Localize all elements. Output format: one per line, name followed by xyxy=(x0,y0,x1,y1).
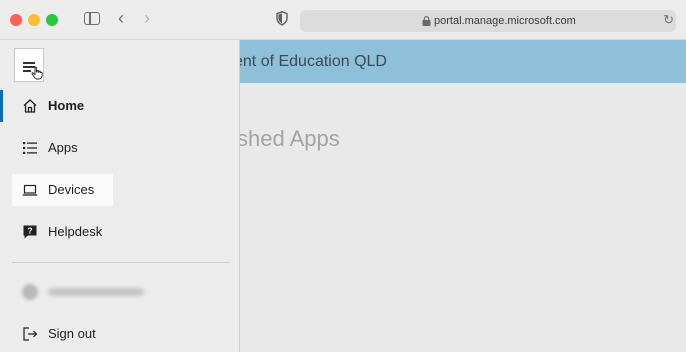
minimize-window-button[interactable] xyxy=(28,14,40,26)
nav-item-helpdesk[interactable]: ? Helpdesk xyxy=(12,216,232,248)
nav-item-devices[interactable]: Devices xyxy=(12,174,113,206)
lock-icon xyxy=(422,16,431,26)
hand-cursor-icon xyxy=(31,66,43,80)
url-text: portal.manage.microsoft.com xyxy=(434,15,576,27)
shield-icon[interactable] xyxy=(276,11,288,26)
address-bar[interactable]: portal.manage.microsoft.com ↻ xyxy=(300,10,676,32)
zoom-window-button[interactable] xyxy=(46,14,58,26)
nav-item-helpdesk-label: Helpdesk xyxy=(48,224,103,239)
sidebar-toggle-icon[interactable] xyxy=(84,12,100,25)
blurred-account-name xyxy=(48,288,144,296)
helpdesk-icon: ? xyxy=(23,225,37,239)
apps-list-icon xyxy=(23,142,37,154)
sign-out-label: Sign out xyxy=(48,326,96,341)
sign-out-icon xyxy=(23,327,38,341)
reload-icon[interactable]: ↻ xyxy=(663,12,674,28)
drawer-divider xyxy=(12,262,230,263)
hamburger-icon xyxy=(23,62,35,64)
navigation-drawer: Home Apps Devices ? Helpdesk Sign out xyxy=(0,40,240,352)
forward-icon[interactable]: › xyxy=(144,8,150,28)
account-info[interactable] xyxy=(12,278,212,306)
nav-item-apps[interactable]: Apps xyxy=(12,132,232,164)
home-icon xyxy=(23,99,37,113)
hamburger-menu-button[interactable] xyxy=(14,48,44,82)
avatar xyxy=(22,284,38,300)
banner-title: ent of Education QLD xyxy=(234,53,387,70)
page-heading: shed Apps xyxy=(237,126,340,151)
close-window-button[interactable] xyxy=(10,14,22,26)
nav-item-apps-label: Apps xyxy=(48,140,78,155)
nav-item-home-label: Home xyxy=(48,98,85,113)
laptop-icon xyxy=(22,184,38,196)
svg-text:?: ? xyxy=(27,226,32,236)
back-icon[interactable]: ‹ xyxy=(118,8,124,28)
browser-toolbar: ‹ › portal.manage.microsoft.com ↻ xyxy=(0,0,686,40)
sign-out-button[interactable]: Sign out xyxy=(12,318,232,350)
nav-item-devices-label: Devices xyxy=(48,182,95,197)
nav-item-home[interactable]: Home xyxy=(0,90,232,122)
